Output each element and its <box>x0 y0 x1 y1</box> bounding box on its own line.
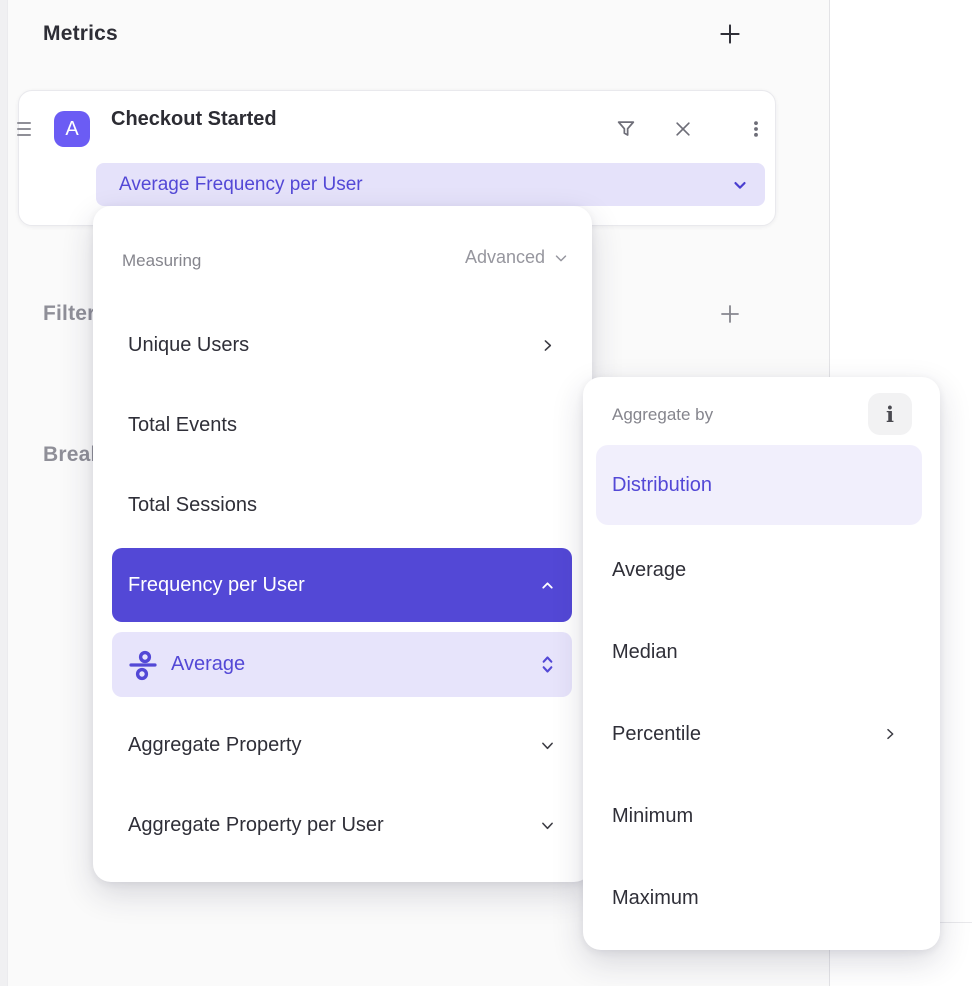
plus-icon <box>717 21 743 47</box>
filter-section-title: Filter <box>43 302 96 326</box>
series-badge: A <box>54 111 90 147</box>
advanced-toggle[interactable]: Advanced <box>465 247 570 268</box>
chevron-up-icon <box>539 577 556 594</box>
left-edge-strip <box>0 0 8 986</box>
measuring-menu-header: Measuring <box>122 251 201 271</box>
average-divide-icon <box>128 648 158 682</box>
measuring-menu: Measuring Advanced Unique Users Total Ev… <box>93 206 592 882</box>
menu-item-total-events[interactable]: Total Events <box>112 397 572 453</box>
menu-item-unique-users[interactable]: Unique Users <box>112 317 572 373</box>
menu-item-maximum[interactable]: Maximum <box>596 870 922 926</box>
add-metric-button[interactable] <box>716 20 744 48</box>
aggregate-menu-header: Aggregate by <box>612 405 713 425</box>
metrics-section-title: Metrics <box>43 22 118 46</box>
insights-query-builder: Metrics Filter Breakdown Checkout Starte… <box>0 0 972 986</box>
menu-item-percentile[interactable]: Percentile <box>596 706 922 762</box>
chevron-updown-icon <box>539 654 556 675</box>
advanced-label: Advanced <box>465 247 545 268</box>
measurement-dropdown[interactable]: Average Frequency per User <box>96 163 765 206</box>
remove-metric-icon[interactable] <box>671 117 695 141</box>
menu-item-frequency-average[interactable]: Average <box>112 632 572 697</box>
plus-icon <box>718 302 742 326</box>
add-filter-button[interactable] <box>716 300 744 328</box>
menu-item-total-sessions[interactable]: Total Sessions <box>112 477 572 533</box>
menu-item-median[interactable]: Median <box>596 624 922 680</box>
chevron-down-icon <box>539 817 556 834</box>
more-options-icon[interactable] <box>744 117 768 141</box>
menu-item-distribution[interactable]: Distribution <box>596 445 922 525</box>
measurement-value: Average Frequency per User <box>119 174 363 196</box>
menu-item-aggregate-property[interactable]: Aggregate Property <box>112 717 572 773</box>
menu-item-aggregate-property-per-user[interactable]: Aggregate Property per User <box>112 797 572 853</box>
chevron-down-icon <box>731 176 749 194</box>
menu-item-frequency-per-user[interactable]: Frequency per User <box>112 548 572 622</box>
menu-item-minimum[interactable]: Minimum <box>596 788 922 844</box>
aggregate-by-menu: Aggregate by i Distribution Average Medi… <box>583 377 940 950</box>
filter-funnel-icon[interactable] <box>614 117 638 141</box>
chevron-down-icon <box>539 737 556 754</box>
chevron-right-icon <box>882 726 898 742</box>
drag-handle[interactable] <box>7 119 41 139</box>
chevron-down-icon <box>552 249 570 267</box>
menu-item-average[interactable]: Average <box>596 542 922 598</box>
event-name: Checkout Started <box>111 107 277 131</box>
chevron-right-icon <box>539 337 556 354</box>
info-icon[interactable]: i <box>868 393 912 435</box>
